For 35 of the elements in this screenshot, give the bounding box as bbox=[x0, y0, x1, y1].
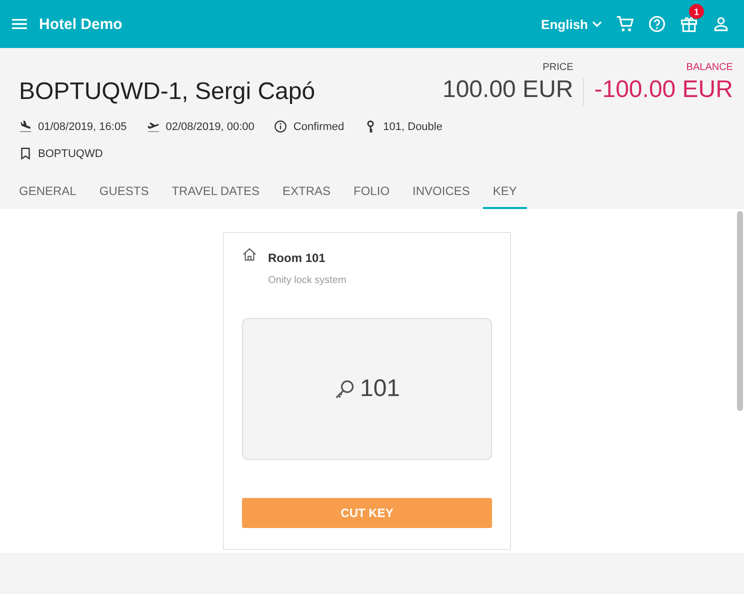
app-title: Hotel Demo bbox=[39, 16, 122, 32]
tab[interactable]: INVOICES bbox=[402, 180, 480, 209]
user-icon[interactable] bbox=[712, 15, 730, 33]
house-icon bbox=[242, 247, 257, 262]
info-icon bbox=[274, 120, 288, 133]
balance-label: BALANCE bbox=[686, 62, 733, 73]
detail-text: 01/08/2019, 16:05 bbox=[38, 120, 127, 132]
lock-system: Onity lock system bbox=[268, 275, 346, 286]
scrollbar[interactable] bbox=[737, 211, 743, 411]
bookmark-icon bbox=[19, 147, 32, 160]
key-icon bbox=[334, 378, 356, 400]
tab[interactable]: TRAVEL DATES bbox=[162, 180, 270, 209]
menu-icon[interactable] bbox=[12, 18, 27, 30]
detail-text: Confirmed bbox=[293, 120, 344, 132]
caret-icon bbox=[592, 21, 602, 27]
booking-reference: BOPTUQWD bbox=[38, 148, 103, 160]
booking-title: BOPTUQWD-1, Sergi Capó bbox=[19, 78, 316, 106]
price-value: 100.00 EUR bbox=[442, 76, 574, 104]
tab[interactable]: GENERAL bbox=[9, 180, 86, 209]
language-dropdown[interactable]: English bbox=[541, 16, 602, 32]
room-name: Room 101 bbox=[268, 251, 326, 265]
help-icon[interactable] bbox=[648, 15, 666, 33]
tab[interactable]: FOLIO bbox=[344, 180, 400, 209]
detail-text: 02/08/2019, 00:00 bbox=[166, 120, 254, 132]
tab[interactable]: EXTRAS bbox=[272, 180, 341, 209]
tab[interactable]: GUESTS bbox=[89, 180, 159, 209]
key-number: 101 bbox=[360, 375, 400, 403]
gift-icon[interactable] bbox=[680, 15, 698, 33]
cart-icon[interactable] bbox=[616, 15, 634, 33]
plane-takeoff-icon bbox=[146, 120, 160, 133]
plane-landing-icon bbox=[19, 120, 32, 133]
price-label: PRICE bbox=[542, 62, 574, 73]
balance-value: -100.00 EUR bbox=[594, 76, 733, 104]
detail-text: 101, Double bbox=[383, 120, 442, 132]
notification-badge: 1 bbox=[689, 4, 704, 19]
